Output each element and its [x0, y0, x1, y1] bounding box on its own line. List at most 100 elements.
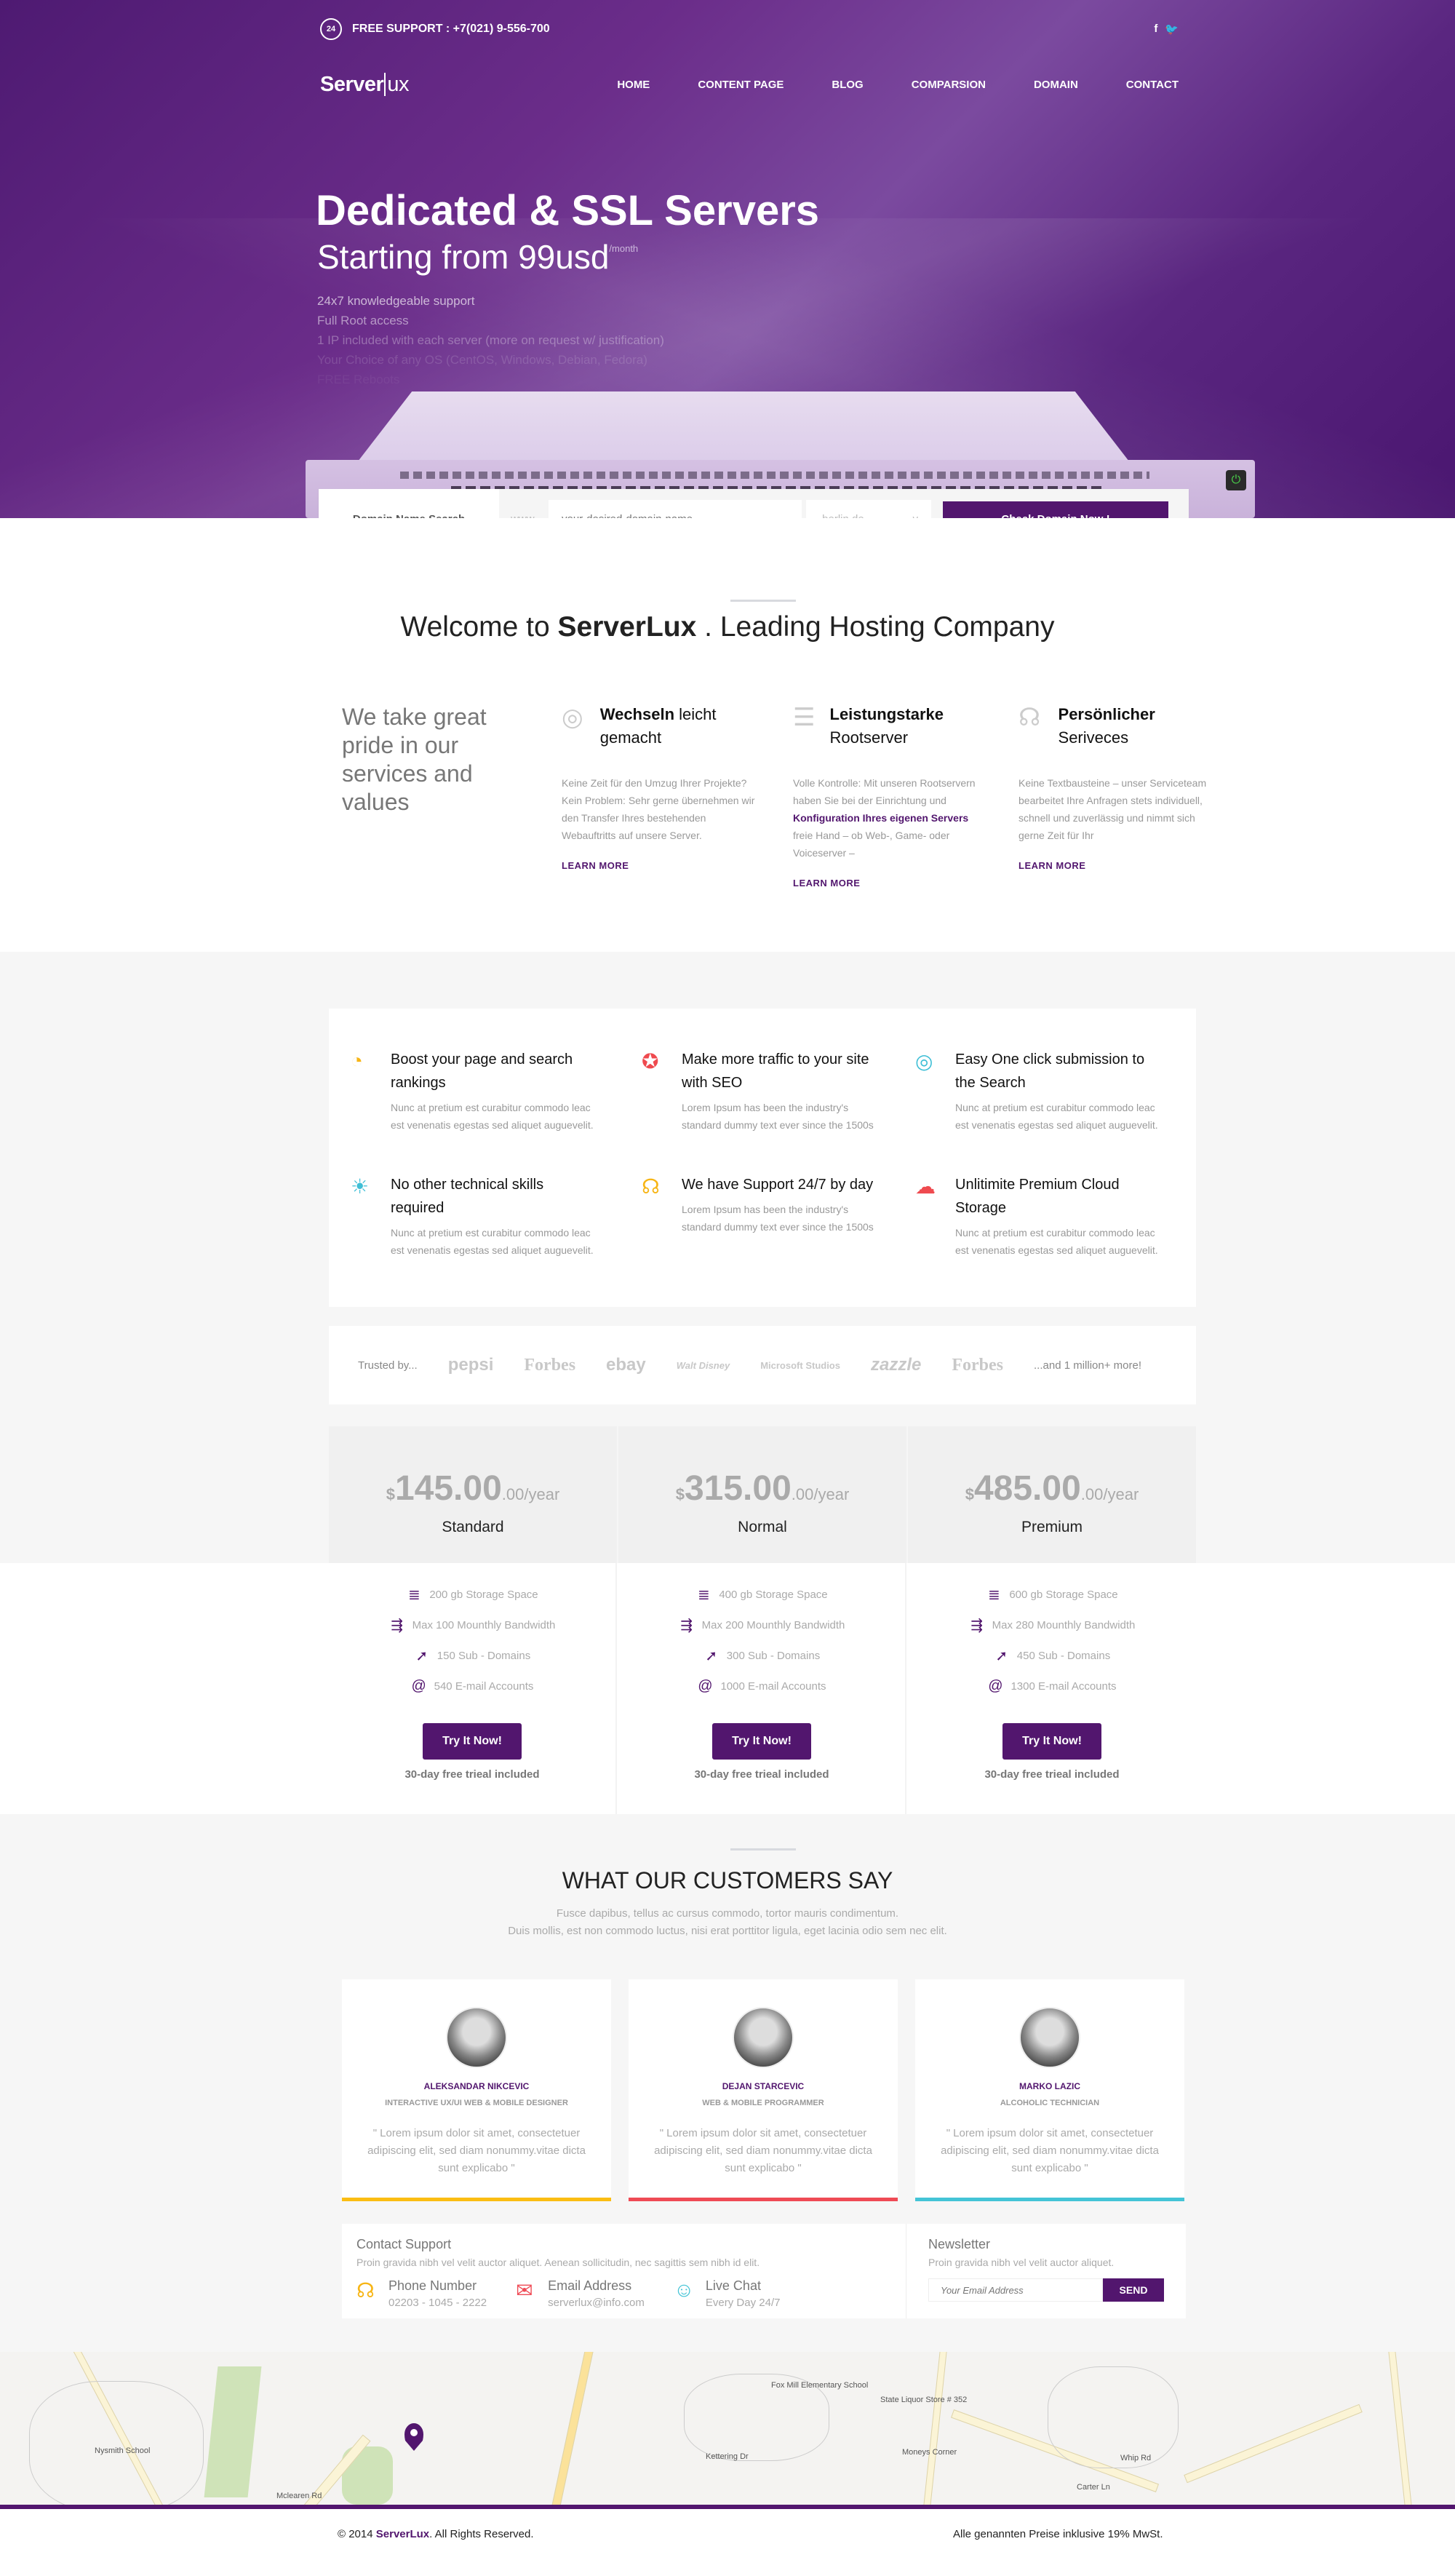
service-title: Wechseln leicht gemacht: [599, 705, 717, 747]
welcome-title: Welcome to ServerLux . Leading Hosting C…: [400, 611, 1055, 643]
database-icon: ≣: [987, 1586, 1000, 1603]
speedometer-icon: ◔: [351, 1049, 363, 1072]
testimonials-subtitle: Fusce dapibus, tellus ac cursus commodo,…: [508, 1907, 947, 1937]
feature-item: ☀ No other technical skills required Nunc …: [351, 1175, 594, 1256]
forbes-logo: Forbes: [524, 1355, 576, 1375]
twitter-icon[interactable]: 🐦: [1165, 23, 1179, 36]
service-title: Leistungstarke Rootserver: [829, 705, 944, 747]
support-info: 24 FREE SUPPORT : +7(021) 9-556-700: [320, 18, 550, 40]
service-text: Volle Kontrolle: Mit unseren Rootservern…: [793, 777, 976, 859]
section-divider: [730, 600, 796, 602]
plan-normal: ≣ 400 gb Storage Space ⇶ Max 200 Mounthly …: [618, 1563, 906, 1814]
trusted-by-bar: Trusted by... pepsi Forbes ebay Walt Dis…: [329, 1326, 1196, 1404]
bandwidth-icon: ⇶: [391, 1617, 403, 1634]
at-sign-icon: @: [411, 1677, 426, 1694]
try-now-button[interactable]: Try It Now!: [423, 1723, 522, 1760]
pepsi-logo: pepsi: [447, 1355, 494, 1375]
nav-blog[interactable]: BLOG: [832, 79, 863, 91]
at-sign-icon: @: [988, 1677, 1003, 1694]
database-icon: ≣: [407, 1586, 420, 1603]
service-title: Persönlicher Seriveces: [1058, 705, 1155, 747]
pricing-details: ≣ 200 gb Storage Space ⇶ Max 100 Mounthly …: [0, 1563, 1455, 1814]
contact-email[interactable]: ✉ Email Address serverlux@info.com: [516, 2278, 645, 2309]
envelope-icon: ✉: [516, 2279, 533, 2302]
service-item: ☊ Persönlicher Seriveces Keine Textbaust…: [1018, 703, 1215, 871]
service-item: ☰ Leistungstarke Rootserver Volle Kontro…: [793, 703, 989, 889]
cursor-click-icon: ◎: [562, 704, 583, 731]
forbes-logo: Forbes: [952, 1355, 1004, 1375]
section-divider: [730, 1848, 796, 1850]
contact-live-chat[interactable]: ☺ Live Chat Every Day 24/7: [674, 2278, 781, 2309]
hero-feature: 1 IP included with each server (more on …: [317, 333, 664, 347]
nav-domain[interactable]: DOMAIN: [1034, 79, 1078, 91]
cursor-icon: ➚: [705, 1647, 718, 1664]
testimonial-card: MARKO LAZIC ALCOHOLIC TECHNICIAN " Lorem…: [915, 1979, 1184, 2201]
pricing-headers: $145.00.00/year Standard $315.00.00/year…: [329, 1426, 1196, 1563]
price-header-premium: $485.00.00/year Premium: [908, 1426, 1196, 1563]
headset-icon: ☊: [356, 2279, 375, 2302]
hero-feature: Full Root access: [317, 314, 409, 327]
top-bar: 24 FREE SUPPORT : +7(021) 9-556-700 f 🐦: [320, 16, 1179, 42]
server-rack-icon: ☰: [793, 704, 816, 731]
plan-premium: ≣ 600 gb Storage Space ⇶ Max 280 Mounthly …: [908, 1563, 1196, 1814]
service-text: Keine Textbausteine – unser Serviceteam …: [1018, 777, 1207, 841]
award-ribbon-icon: ✪: [642, 1050, 659, 1073]
testimonials-title: WHAT OUR CUSTOMERS SAY: [562, 1867, 893, 1893]
support-text: FREE SUPPORT : +7(021) 9-556-700: [352, 23, 550, 35]
trusted-more: ...and 1 million+ more!: [1034, 1359, 1142, 1372]
avatar: [733, 2007, 794, 2068]
logo[interactable]: Server ux: [320, 72, 409, 97]
hero-section: 24 FREE SUPPORT : +7(021) 9-556-700 f 🐦 …: [0, 0, 1455, 518]
bandwidth-icon: ⇶: [970, 1617, 983, 1634]
footer: © 2014 ServerLux. All Rights Reserved. A…: [0, 2509, 1455, 2576]
testimonial-card: ALEKSANDAR NIKCEVIC INTERACTIVE UX/UI WE…: [342, 1979, 611, 2201]
newsletter-email-input[interactable]: [928, 2278, 1103, 2302]
feature-item: ◔ Boost your page and search rankings Nunc…: [351, 1049, 594, 1131]
welcome-section: Welcome to ServerLux . Leading Hosting C…: [0, 518, 1455, 952]
feature-item: ◎ Easy One click submission to the Search…: [915, 1050, 1158, 1131]
trusted-label: Trusted by...: [358, 1359, 418, 1372]
click-target-icon: ◎: [915, 1050, 933, 1073]
database-icon: ≣: [697, 1586, 710, 1603]
feature-item: ✪ Make more traffic to your site with SEO…: [642, 1050, 874, 1131]
vat-notice: Alle genannten Preise inklusive 19% MwSt…: [953, 2528, 1163, 2540]
try-now-button[interactable]: Try It Now!: [1002, 1723, 1101, 1760]
main-nav: Server ux HOME CONTENT PAGE BLOG COMPARSI…: [320, 70, 1179, 99]
feature-item: ☊ We have Support 24/7 by day Lorem Ipsum …: [642, 1175, 874, 1233]
power-icon: ⏻: [1226, 470, 1246, 490]
cursor-icon: ➚: [995, 1647, 1008, 1664]
nav-menu: HOME CONTENT PAGE BLOG COMPARSION DOMAIN…: [617, 79, 1179, 91]
location-map[interactable]: Nysmith School Mclearen Rd Fox Mill Elem…: [0, 2352, 1455, 2505]
price-header-normal: $315.00.00/year Normal: [618, 1426, 906, 1563]
pride-statement: We take great pride in our services and …: [342, 704, 487, 815]
nav-home[interactable]: HOME: [617, 79, 650, 91]
newsletter-send-button[interactable]: SEND: [1103, 2278, 1164, 2302]
price-header-standard: $145.00.00/year Standard: [329, 1426, 617, 1563]
contact-support: Contact Support Proin gravida nibh vel v…: [342, 2224, 906, 2318]
hero-subtitle: Starting from 99usd/month: [317, 238, 639, 276]
lightbulb-icon: ☀: [351, 1175, 370, 1198]
learn-more-link[interactable]: LEARN MORE: [793, 878, 989, 889]
nav-content-page[interactable]: CONTENT PAGE: [698, 79, 784, 91]
learn-more-link[interactable]: LEARN MORE: [1018, 860, 1215, 871]
try-now-button[interactable]: Try It Now!: [712, 1723, 811, 1760]
microsoft-studios-logo: Microsoft Studios: [760, 1359, 840, 1371]
learn-more-link[interactable]: LEARN MORE: [562, 860, 758, 871]
features-box: ◔ Boost your page and search rankings Nunc…: [329, 1009, 1196, 1307]
facebook-icon[interactable]: f: [1154, 23, 1157, 36]
zazzle-logo: zazzle: [870, 1355, 922, 1375]
hero-title: Dedicated & SSL Servers: [316, 187, 820, 234]
newsletter: Newsletter Proin gravida nibh vel velit …: [906, 2224, 1186, 2318]
testimonial-card: DEJAN STARCEVIC WEB & MOBILE PROGRAMMER …: [629, 1979, 898, 2201]
feature-item: ☁ Unlitimite Premium Cloud Storage Nunc at…: [915, 1175, 1158, 1256]
headset-agent-icon: ☊: [1018, 704, 1041, 731]
server-image-top: [358, 391, 1129, 461]
social-links: f 🐦: [1154, 23, 1179, 36]
hero-feature: 24x7 knowledgeable support: [317, 294, 475, 308]
nav-comparsion[interactable]: COMPARSION: [912, 79, 986, 91]
service-item: ◎ Wechseln leicht gemacht Keine Zeit für…: [562, 703, 758, 871]
hero-feature-list: 24x7 knowledgeable support Full Root acc…: [317, 291, 664, 389]
nav-contact[interactable]: CONTACT: [1126, 79, 1179, 91]
avatar: [446, 2007, 507, 2068]
plan-standard: ≣ 200 gb Storage Space ⇶ Max 100 Mounthly …: [329, 1563, 617, 1814]
